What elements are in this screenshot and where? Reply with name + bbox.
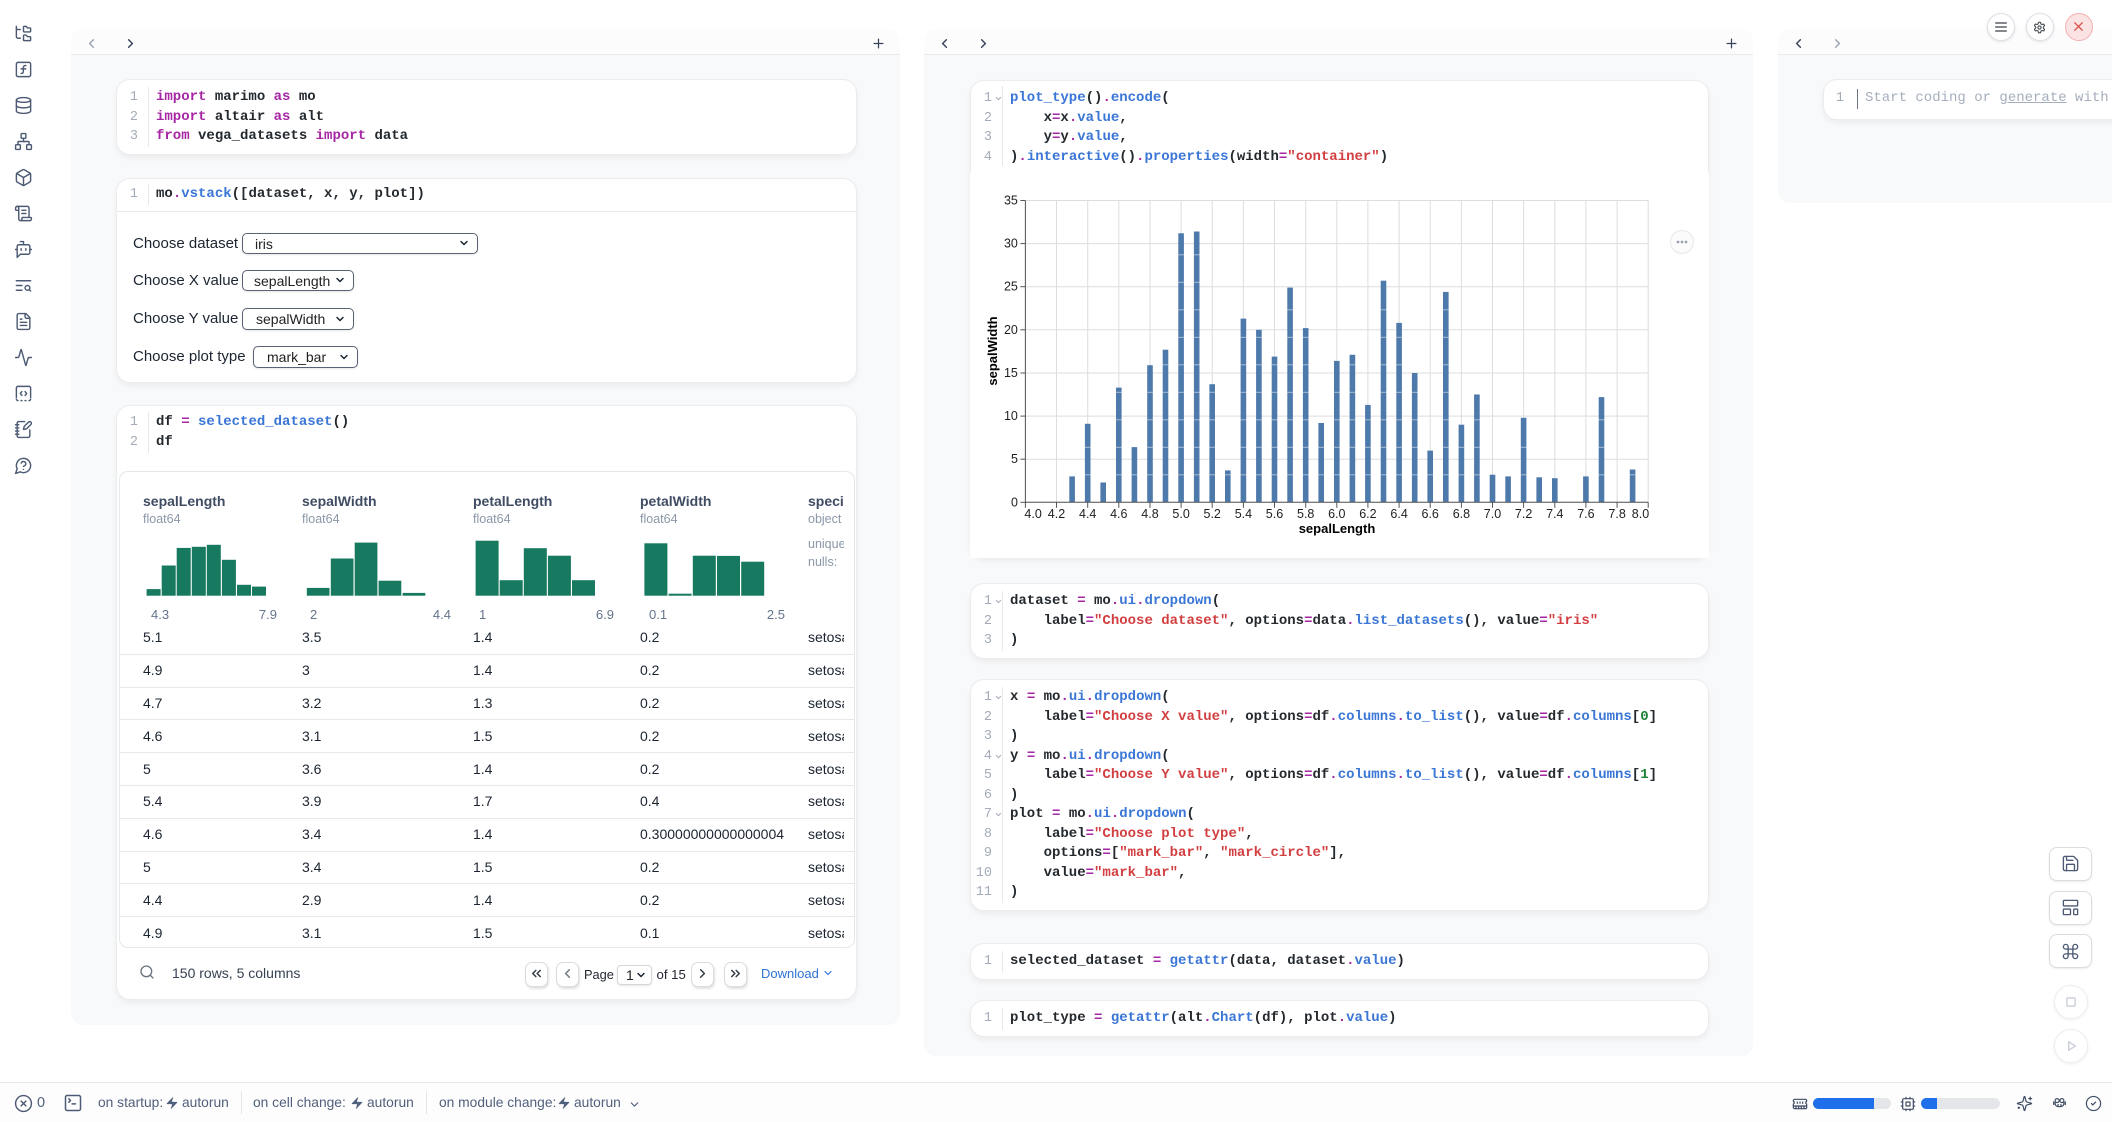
svg-text:6.6: 6.6 bbox=[1422, 507, 1439, 521]
svg-text:7.2: 7.2 bbox=[1515, 507, 1532, 521]
svg-text:20: 20 bbox=[1004, 323, 1018, 337]
svg-text:sepalWidth: sepalWidth bbox=[985, 316, 1000, 385]
svg-text:5.0: 5.0 bbox=[1172, 507, 1189, 521]
svg-text:sepalLength: sepalLength bbox=[1299, 521, 1376, 536]
svg-text:7.0: 7.0 bbox=[1484, 507, 1501, 521]
svg-text:5.8: 5.8 bbox=[1297, 507, 1314, 521]
svg-text:5.2: 5.2 bbox=[1204, 507, 1221, 521]
svg-text:4.0: 4.0 bbox=[1024, 507, 1041, 521]
svg-text:4.2: 4.2 bbox=[1048, 507, 1065, 521]
svg-text:5.6: 5.6 bbox=[1266, 507, 1283, 521]
svg-text:7.4: 7.4 bbox=[1546, 507, 1563, 521]
svg-text:6.8: 6.8 bbox=[1453, 507, 1470, 521]
svg-text:35: 35 bbox=[1004, 194, 1018, 208]
svg-text:15: 15 bbox=[1004, 366, 1018, 380]
svg-text:4.4: 4.4 bbox=[1079, 507, 1096, 521]
svg-text:6.2: 6.2 bbox=[1359, 507, 1376, 521]
svg-text:5: 5 bbox=[1011, 452, 1018, 466]
svg-text:7.6: 7.6 bbox=[1577, 507, 1594, 521]
svg-text:0: 0 bbox=[1011, 495, 1018, 509]
svg-text:25: 25 bbox=[1004, 280, 1018, 294]
svg-text:4.8: 4.8 bbox=[1141, 507, 1158, 521]
svg-text:6.0: 6.0 bbox=[1328, 507, 1345, 521]
svg-text:10: 10 bbox=[1004, 409, 1018, 423]
svg-text:4.6: 4.6 bbox=[1110, 507, 1127, 521]
svg-text:8.0: 8.0 bbox=[1632, 507, 1649, 521]
svg-text:6.4: 6.4 bbox=[1390, 507, 1407, 521]
svg-text:5.4: 5.4 bbox=[1235, 507, 1252, 521]
svg-text:30: 30 bbox=[1004, 237, 1018, 251]
svg-text:7.8: 7.8 bbox=[1608, 507, 1625, 521]
